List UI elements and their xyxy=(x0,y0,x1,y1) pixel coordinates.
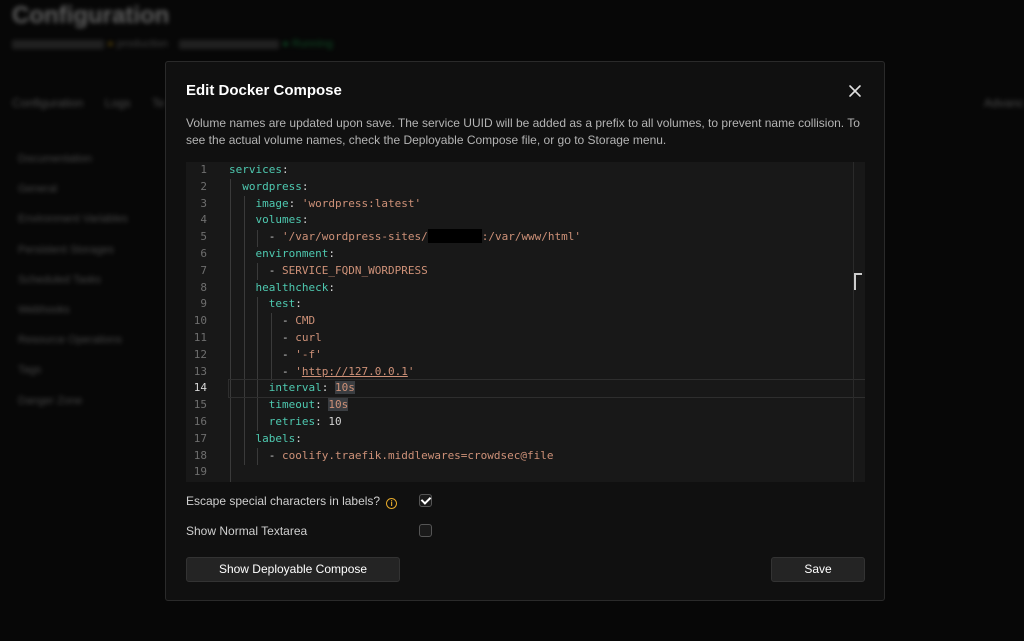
code-line: 16 retries: 10 xyxy=(193,415,342,428)
code-line: 2 wordpress: xyxy=(200,179,309,193)
save-button[interactable]: Save xyxy=(771,557,865,582)
show-textarea-checkbox[interactable] xyxy=(419,524,432,537)
info-icon[interactable]: i xyxy=(386,498,398,509)
compose-code-editor[interactable]: 1 services: 2 wordpress: 3 image: 'wordpr… xyxy=(186,162,865,482)
code-line: 17 labels: xyxy=(193,431,302,445)
textarea-label: Show Normal Textarea xyxy=(186,524,308,538)
escape-label: Escape special characters in labels? xyxy=(186,494,381,508)
code-line: 13 - 'http://127.0.0.1' xyxy=(193,364,415,378)
code-line: 19 xyxy=(193,465,207,479)
code-line: 12 - '-f' xyxy=(193,347,322,361)
edit-docker-compose-modal: Edit Docker Compose Volume names are upd… xyxy=(165,61,885,601)
textarea-option-row: Show Normal Textarea xyxy=(186,524,307,538)
code-line-active: 14 interval: 10s xyxy=(186,379,865,399)
modal-description: Volume names are updated upon save. The … xyxy=(186,116,860,147)
code-line: 3 image: 'wordpress:latest' xyxy=(200,196,422,210)
code-line: 1 services: xyxy=(200,163,289,176)
code-line: 9 test: xyxy=(200,297,302,311)
code-line: 6 environment: xyxy=(200,247,335,260)
code-line: 10 - CMD xyxy=(193,314,316,328)
modal-title: Edit Docker Compose xyxy=(186,82,342,99)
redacted-block xyxy=(427,229,482,244)
code-line: 7 - SERVICE_FQDN_WORDPRESS xyxy=(200,263,428,277)
code-line: 4 volumes: xyxy=(200,213,309,227)
code-line: 15 timeout: 10s xyxy=(193,398,349,412)
code-line: 8 healthcheck: xyxy=(200,280,335,294)
code-line: 5 - '/var/wordpress-sites/:/var/www/html… xyxy=(200,229,582,244)
editor-scrollbar[interactable] xyxy=(853,162,854,482)
escape-checkbox[interactable] xyxy=(419,494,432,507)
escape-option-row: Escape special characters in labels? i xyxy=(186,494,398,509)
show-deployable-compose-button[interactable]: Show Deployable Compose xyxy=(186,557,400,582)
code-line: 11 - curl xyxy=(193,331,322,344)
close-icon[interactable] xyxy=(847,83,863,99)
code-line: 18 - coolify.traefik.middlewares=crowdse… xyxy=(193,448,554,462)
editor-scroll-marker[interactable] xyxy=(854,273,862,290)
